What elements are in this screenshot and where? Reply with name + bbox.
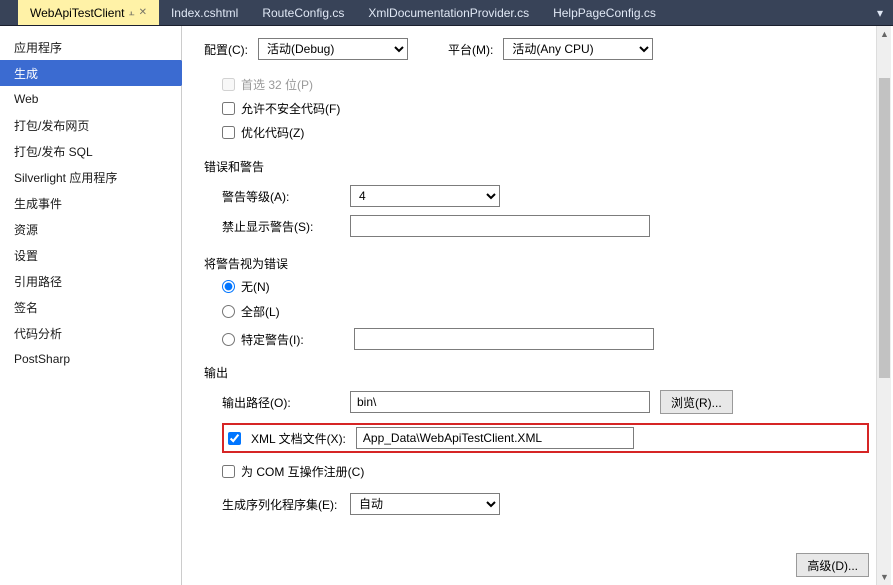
sidebar-item-app[interactable]: 应用程序 [0, 34, 181, 60]
scroll-up-icon[interactable]: ▲ [877, 26, 892, 42]
outpath-input[interactable] [350, 391, 650, 413]
sidebar-item-silverlight[interactable]: Silverlight 应用程序 [0, 164, 181, 190]
unsafe-label: 允许不安全代码(F) [241, 100, 340, 117]
vertical-scrollbar[interactable]: ▲ ▼ [876, 26, 891, 585]
sidebar-item-codeanalysis[interactable]: 代码分析 [0, 320, 181, 346]
treat-specific-row: 特定警告(I): [222, 328, 869, 350]
com-label: 为 COM 互操作注册(C) [241, 463, 364, 480]
panel: 配置(C): 活动(Debug) 平台(M): 活动(Any CPU) 首选 3… [182, 26, 893, 585]
optimize-label: 优化代码(Z) [241, 124, 304, 141]
sidebar-item-pubweb[interactable]: 打包/发布网页 [0, 112, 181, 138]
treat-all-row: 全部(L) [222, 303, 869, 320]
config-row: 配置(C): 活动(Debug) 平台(M): 活动(Any CPU) [204, 38, 869, 60]
prefer32-checkbox-row: 首选 32 位(P) [222, 72, 869, 96]
sidebar-item-postsharp[interactable]: PostSharp [0, 346, 181, 372]
tab-label: Index.cshtml [171, 6, 238, 20]
tab-label: HelpPageConfig.cs [553, 6, 656, 20]
sidebar-item-pubsql[interactable]: 打包/发布 SQL [0, 138, 181, 164]
sidebar-item-label: 引用路径 [14, 273, 62, 290]
treat-specific-input[interactable] [354, 328, 654, 350]
xmldoc-input[interactable] [356, 427, 634, 449]
sidebar-item-buildevents[interactable]: 生成事件 [0, 190, 181, 216]
sidebar-item-signing[interactable]: 签名 [0, 294, 181, 320]
sidebar-item-label: 打包/发布网页 [14, 117, 89, 134]
sidebar-item-label: 打包/发布 SQL [14, 143, 93, 160]
warnlevel-label: 警告等级(A): [222, 188, 350, 205]
close-icon[interactable]: ✕ [139, 7, 147, 18]
optimize-checkbox[interactable] [222, 126, 235, 139]
tab-helppage[interactable]: HelpPageConfig.cs [541, 0, 668, 25]
sidebar-item-label: 资源 [14, 221, 38, 238]
treat-specific-radio[interactable] [222, 333, 235, 346]
errwarn-header: 错误和警告 [204, 158, 869, 175]
tab-bar: WebApiTestClient ⫠ ✕ Index.cshtml RouteC… [0, 0, 893, 26]
sidebar-item-label: 生成 [14, 65, 38, 82]
sidebar-item-settings[interactable]: 设置 [0, 242, 181, 268]
tab-index[interactable]: Index.cshtml [159, 0, 250, 25]
prefer32-checkbox [222, 78, 235, 91]
sidebar-item-label: 应用程序 [14, 39, 62, 56]
advanced-button[interactable]: 高级(D)... [796, 553, 869, 577]
sidebar-item-label: 设置 [14, 247, 38, 264]
xmldoc-label: XML 文档文件(X): [251, 430, 346, 447]
serial-label: 生成序列化程序集(E): [222, 496, 350, 513]
sidebar-item-web[interactable]: Web [0, 86, 181, 112]
tab-routeconfig[interactable]: RouteConfig.cs [250, 0, 356, 25]
tab-label: XmlDocumentationProvider.cs [368, 6, 529, 20]
general-block: 首选 32 位(P) 允许不安全代码(F) 优化代码(Z) [222, 72, 869, 144]
left-gutter [0, 0, 18, 25]
suppress-input[interactable] [350, 215, 650, 237]
warnlevel-select[interactable]: 4 [350, 185, 500, 207]
sidebar-item-label: Silverlight 应用程序 [14, 169, 117, 186]
sidebar-item-label: Web [14, 92, 38, 106]
sidebar-item-label: 代码分析 [14, 325, 62, 342]
sidebar: 应用程序 生成 Web 打包/发布网页 打包/发布 SQL Silverligh… [0, 26, 182, 585]
sidebar-item-label: PostSharp [14, 352, 70, 366]
scroll-down-icon[interactable]: ▼ [877, 569, 892, 585]
scroll-thumb[interactable] [879, 78, 890, 378]
serial-select[interactable]: 自动 [350, 493, 500, 515]
sidebar-item-resources[interactable]: 资源 [0, 216, 181, 242]
platform-label: 平台(M): [448, 41, 493, 58]
treat-all-label: 全部(L) [241, 303, 280, 320]
platform-select[interactable]: 活动(Any CPU) [503, 38, 653, 60]
unsafe-checkbox[interactable] [222, 102, 235, 115]
sidebar-item-label: 生成事件 [14, 195, 62, 212]
pin-icon[interactable]: ⫠ [129, 7, 135, 18]
config-label: 配置(C): [204, 41, 248, 58]
config-select[interactable]: 活动(Debug) [258, 38, 408, 60]
com-checkbox[interactable] [222, 465, 235, 478]
suppress-label: 禁止显示警告(S): [222, 218, 350, 235]
treat-header: 将警告视为错误 [204, 255, 869, 272]
treat-specific-label: 特定警告(I): [241, 331, 304, 348]
tab-xmldoc[interactable]: XmlDocumentationProvider.cs [356, 0, 541, 25]
tab-label: WebApiTestClient [30, 6, 125, 20]
treat-none-label: 无(N) [241, 278, 270, 295]
prefer32-label: 首选 32 位(P) [241, 76, 313, 93]
sidebar-item-build[interactable]: 生成 [0, 60, 181, 86]
browse-button[interactable]: 浏览(R)... [660, 390, 733, 414]
xmldoc-checkbox[interactable] [228, 432, 241, 445]
output-header: 输出 [204, 364, 869, 381]
outpath-label: 输出路径(O): [222, 394, 350, 411]
sidebar-item-refpaths[interactable]: 引用路径 [0, 268, 181, 294]
sidebar-item-label: 签名 [14, 299, 38, 316]
tab-label: RouteConfig.cs [262, 6, 344, 20]
main: 应用程序 生成 Web 打包/发布网页 打包/发布 SQL Silverligh… [0, 26, 893, 585]
treat-none-row: 无(N) [222, 278, 869, 295]
treat-none-radio[interactable] [222, 280, 235, 293]
tab-overflow-icon[interactable]: ▾ [867, 0, 893, 25]
tab-active[interactable]: WebApiTestClient ⫠ ✕ [18, 0, 159, 25]
treat-all-radio[interactable] [222, 305, 235, 318]
